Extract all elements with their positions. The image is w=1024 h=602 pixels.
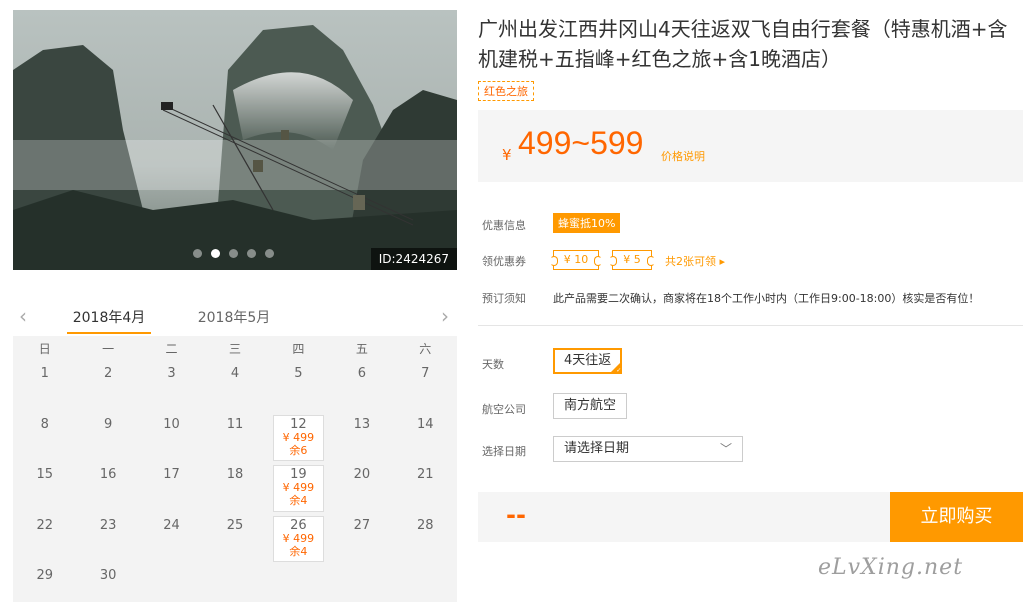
- date-cell: 29: [36, 568, 53, 583]
- airline-option[interactable]: 南方航空: [553, 393, 628, 419]
- photo-id-label: ID:2424267: [370, 248, 457, 270]
- date-cell: 4: [230, 366, 240, 381]
- watermark: eLvXing.net: [818, 555, 964, 580]
- calendar-grid: 日一二三四五六 1 2 3 4 5 6 7 8 9 10 11 12 ¥ 499 余6 13 14 15 16 17…: [13, 336, 457, 602]
- product-title: 广州出发江西井冈山4天往返双飞自由行套餐（特惠机酒+含机建税+五指峰+红色之旅+…: [478, 17, 1008, 71]
- available-date-cell[interactable]: 26 ¥ 499 余4: [272, 515, 325, 562]
- date-cell: 6: [357, 366, 366, 381]
- date-select[interactable]: 请选择日期 ﹀: [553, 436, 743, 462]
- date-cell: 8: [40, 416, 49, 432]
- product-photo[interactable]: ID:2424267: [13, 10, 457, 270]
- notice-label: 预订须知: [482, 292, 526, 305]
- price-range: 499~599: [518, 125, 644, 161]
- coupon-5[interactable]: ¥ 5: [609, 250, 655, 270]
- date-cell: 1: [40, 366, 49, 381]
- days-option-selected[interactable]: 4天往返: [553, 348, 623, 374]
- chevron-down-icon: ﹀: [719, 442, 732, 456]
- date-cell: 18: [226, 467, 244, 482]
- divider: [478, 325, 1023, 326]
- selected-check-icon: [611, 363, 621, 374]
- buy-bar: -- 立即购买: [478, 492, 1023, 542]
- calendar-days: 1 2 3 4 5 6 7 8 9 10 11 12 ¥ 499 余6 13 14 15 16 17 18 19 ¥ 49…: [13, 362, 457, 602]
- carousel-dot[interactable]: [193, 249, 202, 258]
- total-price: --: [506, 501, 526, 529]
- days-label: 天数: [482, 358, 504, 371]
- coupon-label: 领优惠券: [482, 255, 526, 268]
- available-date-cell[interactable]: 19 ¥ 499 余4: [272, 465, 325, 512]
- coupon-10[interactable]: ¥ 10: [550, 250, 602, 270]
- mountain-cable-car-image: [13, 10, 457, 270]
- date-cell: 2: [103, 366, 113, 381]
- price-currency: ¥: [502, 146, 512, 164]
- date-cell: 30: [99, 568, 117, 583]
- date-cell: 16: [99, 467, 117, 482]
- date-cell: 11: [226, 416, 244, 432]
- weekday-label: 五: [355, 342, 368, 356]
- date-price: ¥ 499: [282, 481, 315, 494]
- date-cell: 20: [353, 467, 371, 482]
- date-cell: 27: [353, 517, 371, 533]
- date-cell: 3: [167, 366, 176, 381]
- prev-month-arrow-icon[interactable]: ‹: [19, 304, 27, 328]
- date-cell: 10: [163, 416, 180, 432]
- booking-notice: 此产品需要二次确认，商家将在18个工作小时内（工作日9:00-18:00）核实是…: [553, 292, 980, 305]
- weekday-label: 六: [419, 342, 432, 356]
- available-date-cell[interactable]: 12 ¥ 499 余6: [272, 414, 325, 461]
- discount-label: 优惠信息: [482, 219, 526, 232]
- date-cell: 28: [417, 517, 434, 533]
- month-tab-april[interactable]: 2018年4月: [67, 307, 151, 334]
- date-cell: 21: [417, 467, 434, 482]
- weekday-label: 一: [102, 342, 115, 356]
- price-explanation-link[interactable]: 价格说明: [661, 148, 705, 164]
- date-cell: 23: [99, 517, 117, 533]
- date-cell: 5: [294, 366, 303, 381]
- date-cell: 7: [421, 366, 430, 381]
- carousel-dot[interactable]: [265, 249, 274, 258]
- next-month-arrow-icon[interactable]: ›: [441, 304, 449, 328]
- weekday-label: 四: [292, 342, 305, 356]
- buy-now-button[interactable]: 立即购买: [890, 492, 1023, 542]
- date-cell: 25: [226, 517, 244, 533]
- date-cell: 9: [103, 416, 113, 432]
- weekday-label: 二: [165, 342, 178, 356]
- discount-badge: 蜂蜜抵10%: [553, 213, 621, 233]
- date-cell: 14: [417, 416, 434, 432]
- weekday-label: 三: [228, 342, 241, 356]
- date-select-value: 请选择日期: [564, 441, 630, 456]
- month-tab-may[interactable]: 2018年5月: [192, 307, 276, 327]
- date-cell: 13: [353, 416, 371, 432]
- date-cell: 24: [163, 517, 180, 533]
- airline-label: 航空公司: [482, 403, 526, 416]
- date-label: 选择日期: [482, 445, 526, 458]
- date-stock: 余6: [289, 443, 308, 457]
- date-price: ¥ 499: [282, 531, 315, 545]
- carousel-dot[interactable]: [229, 249, 238, 258]
- date-stock: 余4: [289, 544, 308, 558]
- date-cell: 22: [36, 517, 53, 533]
- calendar-month-nav: ‹ 2018年4月 2018年5月 ›: [13, 296, 457, 336]
- weekday-label: 日: [38, 342, 51, 356]
- date-price: ¥ 499: [282, 430, 315, 444]
- date-calendar: ‹ 2018年4月 2018年5月 › 日一二三四五六 1 2 3 4 5 6 7 8 9 10 1…: [13, 296, 457, 602]
- carousel-dots: [193, 249, 274, 258]
- date-cell: 17: [163, 467, 180, 482]
- price-box: ¥ 499~599 价格说明: [478, 110, 1023, 182]
- carousel-dot-active[interactable]: [211, 249, 220, 258]
- date-number: 26: [290, 517, 307, 533]
- date-stock: 余4: [289, 494, 308, 507]
- date-number: 19: [290, 467, 307, 482]
- days-option-text: 4天往返: [564, 353, 612, 368]
- carousel-dot[interactable]: [247, 249, 256, 258]
- date-number: 12: [290, 416, 307, 432]
- product-tag: 红色之旅: [478, 81, 534, 101]
- date-cell: 15: [36, 467, 53, 482]
- weekday-header: 日一二三四五六: [13, 336, 457, 362]
- coupon-more-link[interactable]: 共2张可领 ▸: [665, 253, 725, 269]
